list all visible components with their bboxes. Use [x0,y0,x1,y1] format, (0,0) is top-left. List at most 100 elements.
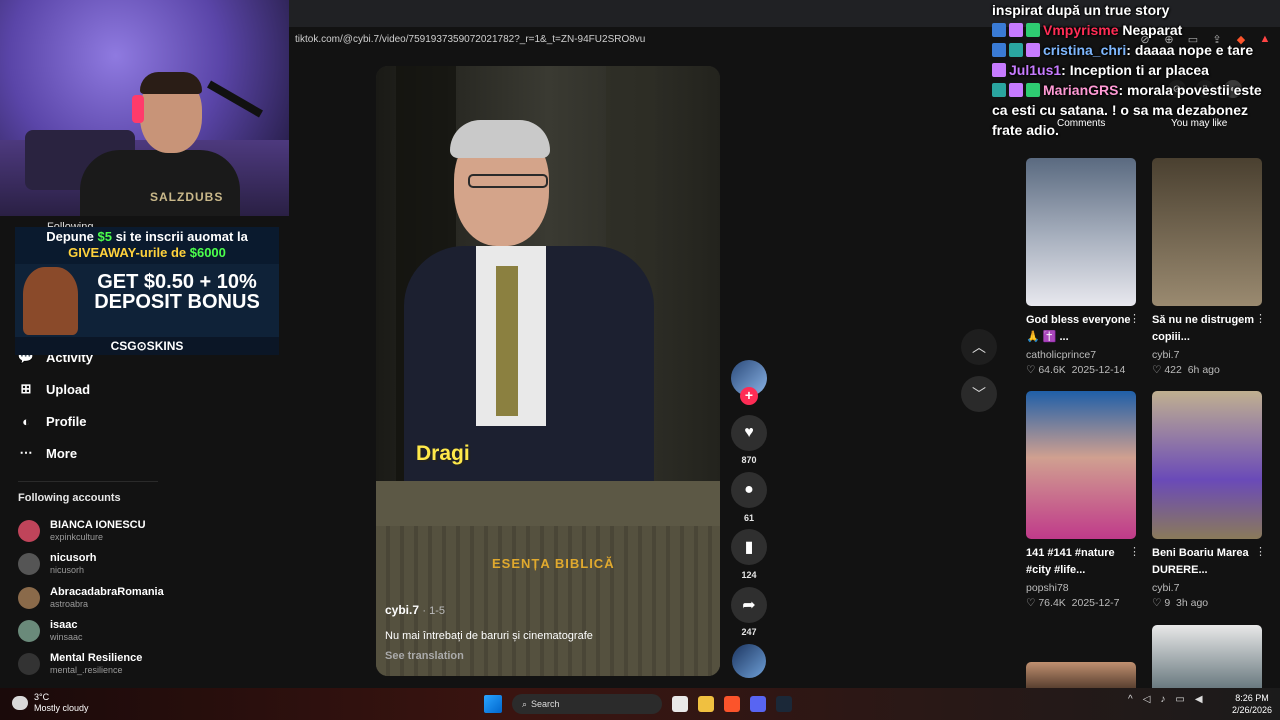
video-card-user[interactable]: cybi.7 [1152,349,1262,361]
following-account[interactable]: isaac winsaac [18,619,83,642]
chat-username: MarianGRS [1043,82,1119,98]
video-card[interactable]: God bless everyone 🙏 ✝️ ... catholicprin… [1026,158,1140,376]
following-account[interactable]: AbracadabraRomania astroabra [18,586,164,609]
ad-line1-post: si te inscrii auomat la [111,229,248,244]
ad-offer-line2: DEPOSIT BONUS [94,291,260,313]
video-card-meta: ♡ 64.6K 2025-12-14 [1026,364,1136,376]
video-player[interactable]: Dragi ESENȚA BIBLICĂ cybi.7 · 1-5 Nu mai… [376,66,720,676]
weather-widget[interactable]: 3°C Mostly cloudy [12,692,89,714]
video-card-time: 2025-12-7 [1071,597,1120,609]
account-handle: expinkculture [50,532,104,542]
steam-icon[interactable] [776,696,792,712]
more-options-icon[interactable]: ⋮ [1255,312,1266,325]
video-card[interactable]: Beni Boariu Marea DURERE... cybi.7 ♡ 9 3… [1152,391,1266,609]
taskbar-search[interactable]: ⌕ Search [512,694,662,714]
nav-profile[interactable]: ◐ Profile [18,413,86,429]
more-options-icon[interactable]: ⋮ [1129,312,1140,325]
chevron-up-icon[interactable]: ^ [1128,694,1133,705]
weather-desc: Mostly cloudy [34,703,89,713]
video-thumbnail[interactable] [1026,391,1136,539]
speaker-tie [496,266,518,416]
avatar [18,552,40,575]
ad-offer-line1: GET $0.50 + 10% [97,271,257,293]
comment-count: 61 [743,513,754,523]
video-card[interactable]: 141 #141 #nature #city #life... popshi78… [1026,391,1140,609]
follow-plus-icon[interactable]: + [740,387,758,405]
video-author-line[interactable]: cybi.7 · 1-5 [385,603,445,617]
video-card-title[interactable]: Beni Boariu Marea DURERE... [1152,545,1262,579]
windows-start-icon[interactable] [484,695,502,713]
video-author[interactable]: cybi.7 [385,603,419,617]
file-explorer-icon[interactable] [698,696,714,712]
video-card-user[interactable]: catholicprince7 [1026,349,1136,361]
url-text[interactable]: tiktok.com/@cybi.7/video/759193735907202… [295,34,645,45]
like-button[interactable]: ♥ [731,415,767,451]
gift-badge-icon [1026,23,1040,37]
video-card[interactable]: Să nu ne distrugem copiii... cybi.7 ♡ 42… [1152,158,1266,376]
cloud-icon [12,696,28,710]
following-account[interactable]: Mental Resilience mental_.resilience [18,652,142,675]
music-disc-icon[interactable] [732,644,766,678]
video-date: 1-5 [429,605,446,617]
heart-icon: ♡ [1026,597,1039,609]
nav-more[interactable]: ⋯ More [18,445,78,461]
video-card-time: 3h ago [1176,597,1209,609]
following-account[interactable]: BIANCA IONESCU expinkculture [18,519,146,542]
system-tray: ^ ◁ ♪ ▭ ◀ [1128,694,1203,705]
video-watermark: ESENȚA BIBLICĂ [492,556,615,571]
chat-message: inspirat după un true story [992,0,1280,20]
account-handle: astroabra [50,599,89,609]
video-thumbnail[interactable] [1152,391,1262,539]
video-card-title[interactable]: Să nu ne distrugem copiii... [1152,312,1262,346]
see-translation-link[interactable]: See translation [385,650,464,662]
previous-video-button[interactable]: ︿ [961,329,997,365]
video-thumbnail[interactable] [1152,625,1262,688]
video-card-user[interactable]: cybi.7 [1152,582,1262,594]
gift-badge-icon [1026,83,1040,97]
brave-browser-icon[interactable] [724,696,740,712]
video-card-user[interactable]: popshi78 [1026,582,1136,594]
speaker-glasses [468,174,548,188]
volume-icon[interactable]: ◀ [1195,694,1203,705]
chevron-up-icon: ︿ [972,339,986,355]
video-card-likes: 64.6K [1038,364,1066,376]
video-thumbnail[interactable] [1152,158,1262,306]
mic-icon[interactable]: ♪ [1160,694,1165,705]
account-handle: nicusorh [50,565,85,575]
shirt-text: SALZDUBS [150,190,224,204]
bookmark-icon: ▮ [744,539,754,556]
video-card-time: 2025-12-14 [1071,364,1126,376]
discord-icon[interactable] [750,696,766,712]
taskbar-clock[interactable]: 8:26 PM 2/26/2026 [1232,692,1272,716]
taskbar-apps: ⌕ Search [484,694,792,714]
ad-line2-pre: GIVEAWAY-urile de [68,245,190,260]
network-icon[interactable]: ▭ [1175,694,1184,705]
more-options-icon[interactable]: ⋮ [1129,545,1140,558]
ad-character [23,267,78,335]
share-button[interactable]: ➦ [731,587,767,623]
task-view-icon[interactable] [672,696,688,712]
og-badge-icon [1009,43,1023,57]
sub-badge-icon [992,63,1006,77]
save-button[interactable]: ▮ [731,529,767,565]
ad-line1-amount: $5 [97,229,112,244]
ad-line1-pre: Depune [46,229,98,244]
video-card-time: 6h ago [1187,364,1220,376]
video-card-title[interactable]: God bless everyone 🙏 ✝️ ... [1026,312,1136,346]
nav-upload[interactable]: ⊞ Upload [18,381,91,397]
video-caption: Dragi [416,442,470,465]
comment-button[interactable]: ● [731,472,767,508]
chat-message: cristina_chri: daaaa nope e tare [992,40,1280,60]
more-options-icon[interactable]: ⋮ [1255,545,1266,558]
speaker-icon[interactable]: ◁ [1143,694,1151,705]
video-card-meta: ♡ 422 6h ago [1152,364,1262,376]
next-video-button[interactable]: ﹀ [961,376,997,412]
video-card-likes: 422 [1164,364,1182,376]
video-thumbnail[interactable] [1026,662,1136,688]
video-card-title[interactable]: 141 #141 #nature #city #life... [1026,545,1136,579]
ad-brand: CSG⊙SKINS [15,337,279,355]
chat-text: Inception ti ar placea [1069,62,1209,78]
video-thumbnail[interactable] [1026,158,1136,306]
moderator-badge-icon [992,23,1006,37]
following-account[interactable]: nicusorh nicusorh [18,552,96,575]
